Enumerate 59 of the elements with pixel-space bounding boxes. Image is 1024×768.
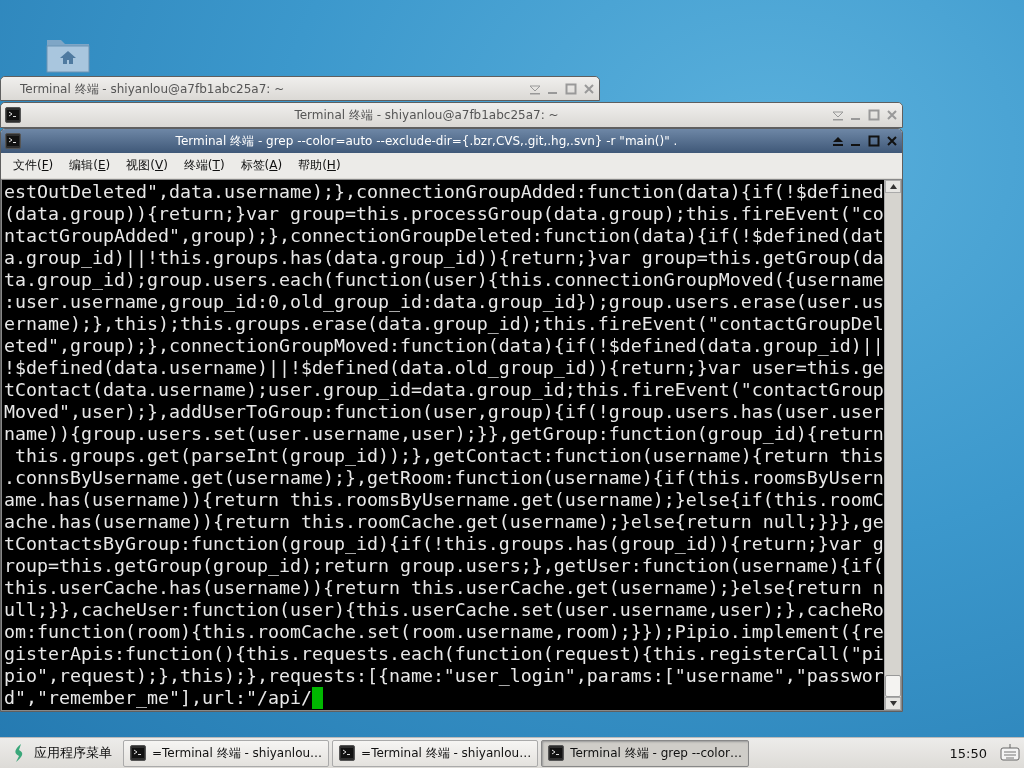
menu-item[interactable]: 帮助(H) xyxy=(292,155,347,176)
terminal-icon xyxy=(548,745,565,761)
taskbar-button[interactable]: Terminal 终端 - grep --color… xyxy=(541,739,749,767)
terminal-line: ername);},this);this.groups.erase(data.group_id);this.fireEvent("contactGroupDel xyxy=(4,313,884,335)
maximize-button[interactable] xyxy=(868,109,880,121)
shade-button[interactable] xyxy=(832,109,844,121)
scrollbar-thumb[interactable] xyxy=(885,675,901,697)
menu-item[interactable]: 文件(F) xyxy=(7,155,60,176)
terminal-icon[interactable] xyxy=(5,107,21,123)
menu-item[interactable]: 终端(T) xyxy=(177,155,231,176)
keyboard-icon[interactable] xyxy=(1000,743,1020,763)
terminal-line: tContactsByGroup:function(group_id){if(!this.groups.has(group_id)){return;}var g xyxy=(4,533,884,555)
terminal-line: eted",group);},connectionGroupMoved:function(data){if(!$defined(data.group_id)|| xyxy=(4,335,884,357)
taskbar-button[interactable]: =Terminal 终端 - shiyanlou… xyxy=(123,739,330,767)
taskbar-button[interactable]: =Terminal 终端 - shiyanlou… xyxy=(332,739,539,767)
terminal-line: gisterApis:function(){this.requests.each(function(request){this.registerCall("pi xyxy=(4,643,884,665)
terminal-line: !$defined(data.username)||!$defined(data.old_group_id)){return;}var user=this.ge xyxy=(4,357,884,379)
terminal-line: estOutDeleted",data.username);},connectionGroupAdded:function(data){if(!$defined xyxy=(4,181,884,203)
menu-item[interactable]: 编辑(E) xyxy=(63,155,117,176)
terminal-icon[interactable] xyxy=(5,133,21,149)
terminal-line: ull;}},cacheUser:function(user){this.userCache.set(user.username,user);},cacheRo xyxy=(4,599,884,621)
terminal-line: (data.group)){return;}var group=this.processGroup(data.group);this.fireEvent("co xyxy=(4,203,884,225)
terminal-line: .connsByUsername.get(username);},getRoom:function(username){if(this.roomsByUsern xyxy=(4,467,884,489)
close-button[interactable] xyxy=(886,135,898,147)
terminal-line: this.userCache.has(username)){return this.userCache.get(username);}else{return n xyxy=(4,577,884,599)
terminal-screen[interactable] xyxy=(2,180,884,710)
terminal-line: om:function(room){this.roomCache.set(room.username,room);}});Pipio.implement({re xyxy=(4,621,884,643)
terminal-line: roup=this.getGroup(group_id);return group.users;},getUser:function(username){if( xyxy=(4,555,884,577)
maximize-button[interactable] xyxy=(565,83,577,95)
terminal-line: :user.username,group_id:0,old_group_id:data.group_id});group.users.erase(user.us xyxy=(4,291,884,313)
start-menu-label: 应用程序菜单 xyxy=(34,744,112,762)
terminal-line: name)){group.users.set(user.username,user);}},getGroup:function(group_id){return xyxy=(4,423,884,445)
terminal-line: a.group_id)||!this.groups.has(data.group_id)){return;}var group=this.getGroup(da xyxy=(4,247,884,269)
menu-item[interactable]: 视图(V) xyxy=(120,155,174,176)
terminal-line: ntactGroupAdded",group);},connectionGroupDeleted:function(data){if(!$defined(dat xyxy=(4,225,884,247)
clock: 15:50 xyxy=(949,745,987,761)
terminal-icon xyxy=(130,745,146,761)
shade-button[interactable] xyxy=(529,83,541,95)
shade-button[interactable] xyxy=(832,135,844,147)
down-arrow-icon[interactable] xyxy=(889,701,897,706)
start-menu-button[interactable]: 应用程序菜单 xyxy=(8,739,120,767)
terminal-icon xyxy=(339,745,356,761)
window-title: Terminal 终端 - grep --color=auto --exclude-dir={.bzr,CVS,.git,.hg,.svn} -r "main()" . xyxy=(174,132,679,150)
terminal-line: Moved",user);},addUserToGroup:function(user,group){if(!group.users.has(user.user xyxy=(4,401,884,423)
menu-item[interactable]: 标签(A) xyxy=(234,155,289,176)
terminal-line: ame.has(username)){return this.roomsByUsername.get(username);}else{if(this.roomC xyxy=(4,489,884,511)
terminal-line: ache.has(username)){return this.roomCache.get(username);}else{return null;}}},ge xyxy=(4,511,884,533)
terminal-line: ta.group_id);group.users.each(function(user){this.connectionGroupMoved({username xyxy=(4,269,884,291)
terminal-line: this.groups.get(parseInt(group_id));},getContact:function(username){return this xyxy=(14,445,884,467)
terminal-line: d","remember_me"],url:"/api/ xyxy=(4,687,312,709)
maximize-button[interactable] xyxy=(868,135,880,147)
window-title: Terminal 终端 - shiyanlou@a7fb1abc25a7: ~ xyxy=(293,106,560,124)
close-button[interactable] xyxy=(886,109,898,121)
scrollbar[interactable] xyxy=(884,180,901,710)
terminal-line: pio",request);},this);},requests:[{name:"user_login",params:["username","passwor xyxy=(4,665,884,687)
window-title: Terminal 终端 - shiyanlou@a7fb1abc25a7: ~ xyxy=(19,80,286,98)
up-arrow-icon[interactable] xyxy=(889,184,897,189)
close-button[interactable] xyxy=(583,83,595,95)
terminal-line: tContact(data.username);user.group_id=data.group_id;this.fireEvent("contactGroup xyxy=(4,379,884,401)
